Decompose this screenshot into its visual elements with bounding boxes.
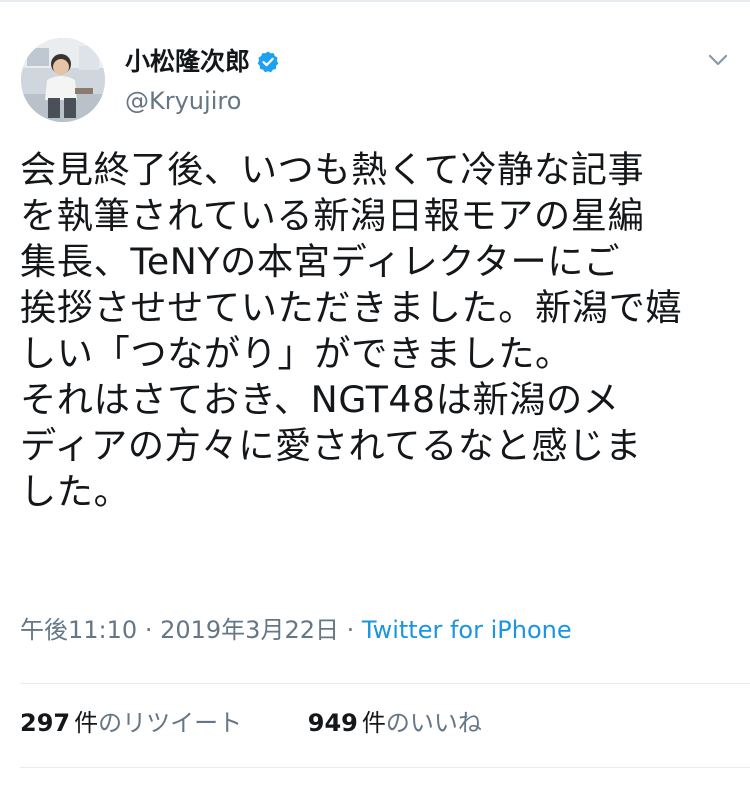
meta-separator: · xyxy=(144,616,153,644)
display-name[interactable]: 小松隆次郎 xyxy=(125,44,250,80)
tweet-date[interactable]: 2019年3月22日 xyxy=(160,616,339,644)
likes-stat[interactable]: 949 件のいいね xyxy=(308,705,482,741)
meta-separator: · xyxy=(346,616,355,644)
user-name-row[interactable]: 小松隆次郎 xyxy=(125,44,280,80)
retweets-unit: 件 xyxy=(74,709,99,737)
tweet-stats: 297 件のリツイート 949 件のいいね xyxy=(20,705,482,741)
user-handle[interactable]: @Kryujiro xyxy=(125,86,241,116)
tweet-source-link[interactable]: Twitter for iPhone xyxy=(362,616,572,644)
avatar[interactable] xyxy=(21,38,105,122)
retweets-label: のリツイート xyxy=(98,709,243,737)
avatar-photo xyxy=(21,38,105,122)
likes-unit: 件 xyxy=(361,709,386,737)
retweets-stat[interactable]: 297 件のリツイート xyxy=(20,705,242,741)
likes-label: のいいね xyxy=(385,709,482,737)
tweet-text: 会見終了後、いつも熱くて冷静な記事 を執筆されている新潟日報モアの星編 集長、T… xyxy=(20,148,683,513)
tweet-time[interactable]: 午後11:10 xyxy=(20,616,137,644)
chevron-down-icon[interactable] xyxy=(704,48,732,72)
divider xyxy=(20,683,750,684)
likes-count: 949 xyxy=(307,709,358,737)
top-border xyxy=(0,0,750,2)
retweets-count: 297 xyxy=(20,709,71,737)
verified-badge-icon xyxy=(256,50,280,74)
divider xyxy=(20,767,750,768)
tweet-meta: 午後11:10 · 2019年3月22日 · Twitter for iPhon… xyxy=(20,613,572,647)
